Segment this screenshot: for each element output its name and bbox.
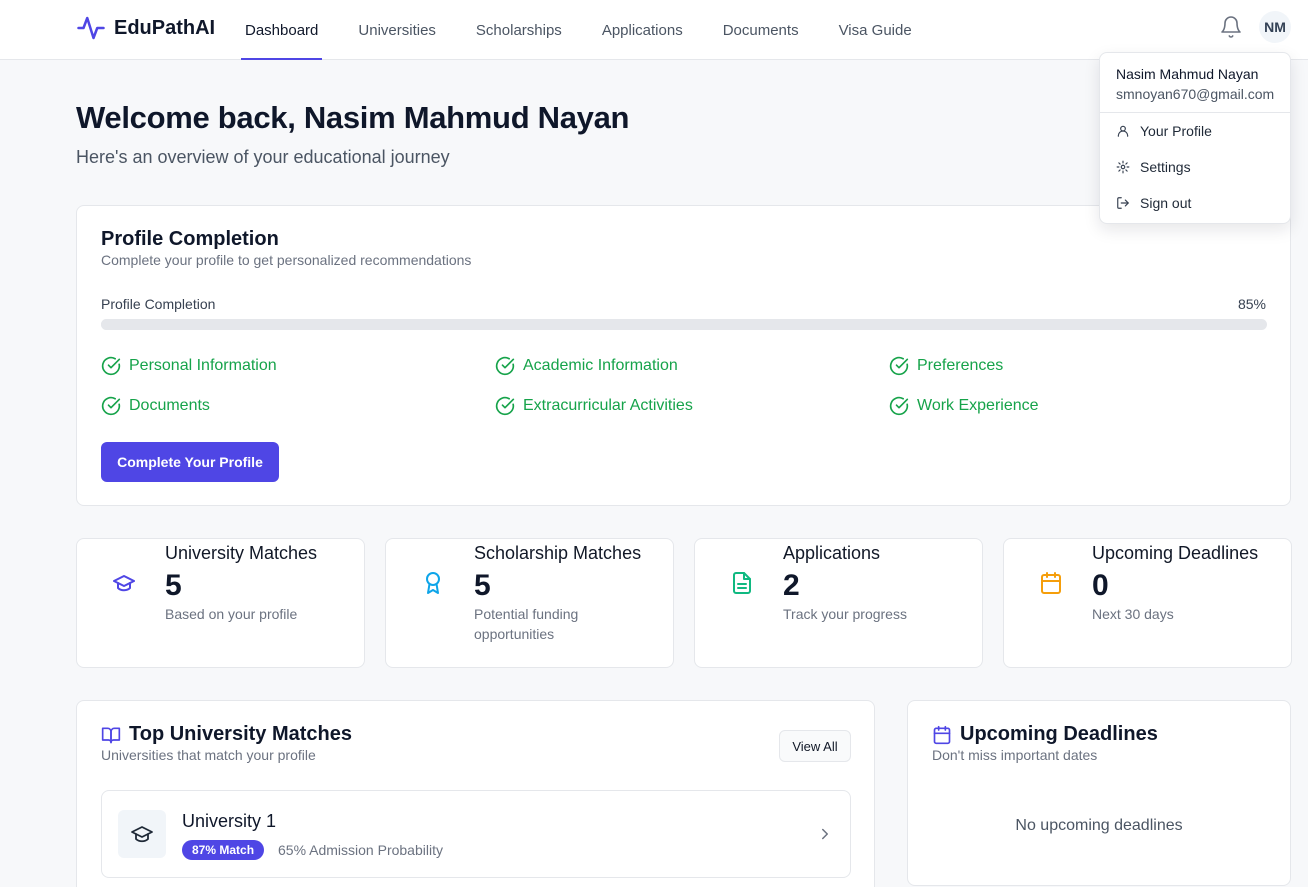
user-avatar[interactable]: NM [1259,11,1291,43]
checklist-item-label: Academic Information [523,357,678,374]
progress-bar-fill [101,319,1093,330]
graduation-cap-icon [113,575,135,592]
brand-name: EduPathAI [114,16,216,39]
stat-description: Potential funding opportunities [474,606,579,642]
stat-label: Upcoming Deadlines [1092,543,1259,563]
brand-logo[interactable]: EduPathAI [76,13,215,43]
main-nav: Dashboard Universities Scholarships Appl… [241,0,932,60]
stat-label: Applications [783,543,881,563]
user-name: Nasim Mahmud Nayan [1116,66,1259,82]
view-all-button[interactable]: View All [779,730,851,762]
top-matches-title-text: Top University Matches [129,723,353,745]
stat-value: 0 [1092,569,1109,602]
deadlines-empty-state: No upcoming deadlines [1015,817,1183,834]
gear-icon [1116,160,1130,174]
menu-item-label: Your Profile [1140,123,1212,139]
stat-card-upcoming-deadlines[interactable]: Upcoming Deadlines 0 Next 30 days [1003,538,1292,668]
welcome-subtitle: Here's an overview of your educational j… [76,147,450,167]
deadlines-title: Upcoming Deadlines [932,723,1158,746]
top-navbar: EduPathAI Dashboard Universities Scholar… [0,0,1308,60]
user-dropdown-menu: Nasim Mahmud Nayan smnoyan670@gmail.com … [1099,52,1291,224]
menu-divider [1100,112,1290,113]
menu-item-label: Sign out [1140,195,1192,211]
checklist-item-label: Extracurricular Activities [523,397,693,414]
university-name: University 1 [182,811,277,831]
stat-description: Based on your profile [165,606,298,622]
file-text-icon [733,572,751,594]
nav-item-dashboard[interactable]: Dashboard [241,0,323,60]
menu-item-your-profile[interactable]: Your Profile [1116,123,1212,139]
checklist-item-personal-info: Personal Information [101,356,277,376]
admission-probability: 65% Admission Probability [278,842,443,858]
bell-icon[interactable] [1219,15,1243,39]
checklist-item-academic-info: Academic Information [495,356,678,376]
stat-description: Track your progress [783,606,907,622]
progress-percent: 85% [1237,296,1266,312]
university-thumbnail [118,810,166,858]
stat-description: Next 30 days [1092,606,1174,622]
welcome-title: Welcome back, Nasim Mahmud Nayan [76,100,630,135]
profile-completion-title: Profile Completion [101,228,279,250]
stat-card-university-matches[interactable]: University Matches 5 Based on your profi… [76,538,365,668]
checklist-item-label: Preferences [917,357,1004,374]
nav-item-visa-guide[interactable]: Visa Guide [819,0,932,60]
check-circle-icon [889,356,909,376]
nav-item-scholarships[interactable]: Scholarships [456,0,582,60]
stat-card-scholarship-matches[interactable]: Scholarship Matches 5 Potential funding … [385,538,674,668]
chevron-right-icon[interactable] [816,825,834,843]
calendar-icon [933,725,951,744]
nav-item-applications[interactable]: Applications [582,0,703,60]
calendar-icon [1041,572,1061,594]
progress-label: Profile Completion [101,296,216,312]
checklist-item-label: Documents [129,397,210,414]
checklist-item-documents: Documents [101,396,210,416]
book-open-icon [101,727,121,743]
stat-label: Scholarship Matches [474,543,642,563]
sign-out-icon [1117,197,1129,209]
checklist-item-preferences: Preferences [889,356,1003,376]
stat-value: 5 [474,569,491,602]
check-circle-icon [889,396,909,416]
stat-label: University Matches [165,543,318,563]
top-matches-title: Top University Matches [101,723,352,746]
graduation-cap-icon [131,826,153,843]
check-circle-icon [495,356,515,376]
nav-item-documents[interactable]: Documents [703,0,819,60]
check-circle-icon [101,356,121,376]
menu-item-label: Settings [1140,159,1191,175]
complete-profile-button[interactable]: Complete Your Profile [101,442,279,482]
upcoming-deadlines-card: Upcoming Deadlines Don't miss important … [907,700,1291,886]
match-badge: 87% Match [182,840,265,860]
activity-pulse-icon [77,16,105,40]
award-icon [426,572,440,594]
user-email: smnoyan670@gmail.com [1116,86,1275,102]
menu-item-settings[interactable]: Settings [1116,159,1191,175]
user-icon [1117,125,1129,137]
check-circle-icon [495,396,515,416]
deadlines-subtitle: Don't miss important dates [932,747,1098,763]
deadlines-title-text: Upcoming Deadlines [960,723,1158,745]
profile-completion-card: Profile Completion Complete your profile… [76,205,1291,506]
stat-value: 2 [783,569,800,602]
check-circle-icon [101,396,121,416]
progress-bar [101,319,1267,330]
stat-card-applications[interactable]: Applications 2 Track your progress [694,538,983,668]
menu-item-sign-out[interactable]: Sign out [1116,195,1191,211]
profile-completion-subtitle: Complete your profile to get personalize… [101,252,472,268]
top-matches-subtitle: Universities that match your profile [101,747,316,763]
top-university-matches-card: Top University Matches Universities that… [76,700,875,887]
checklist-item-label: Personal Information [129,357,277,374]
university-list-item[interactable]: University 1 87% Match 65% Admission Pro… [101,790,851,878]
nav-item-universities[interactable]: Universities [338,0,456,60]
stat-value: 5 [165,569,182,602]
checklist-item-label: Work Experience [917,397,1039,414]
checklist-item-extracurricular: Extracurricular Activities [495,396,693,416]
checklist-item-work-experience: Work Experience [889,396,1039,416]
